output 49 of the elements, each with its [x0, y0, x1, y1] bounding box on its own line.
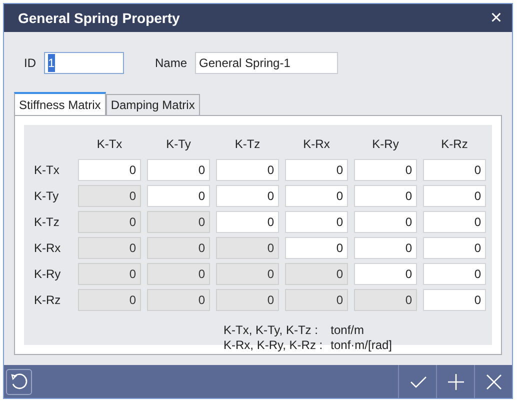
matrix-cell[interactable]: 0 — [423, 263, 486, 285]
matrix-cell[interactable]: 0 — [216, 211, 279, 233]
column-header: K-Rz — [440, 136, 469, 153]
matrix-cell[interactable]: 0 — [354, 159, 417, 181]
unit-value: tonf/m — [330, 323, 365, 338]
id-label: ID — [24, 55, 36, 72]
reset-icon — [10, 372, 28, 390]
close-icon — [484, 372, 502, 390]
row-label: K-Tz — [34, 214, 60, 231]
row-label: K-Tx — [34, 162, 60, 179]
matrix-cell[interactable]: 0 — [285, 211, 348, 233]
window-title: General Spring Property — [18, 8, 180, 28]
matrix-cell[interactable]: 0 — [78, 159, 141, 181]
row-label: K-Ry — [34, 266, 62, 283]
matrix-cell[interactable]: 0 — [285, 185, 348, 207]
matrix-cell[interactable]: 0 — [216, 159, 279, 181]
id-field[interactable]: 1 — [44, 52, 124, 74]
unit-label: K-Tx, K-Ty, K-Tz : — [224, 323, 319, 338]
tab[interactable]: Stiffness Matrix — [14, 92, 106, 115]
matrix-cell[interactable]: 0 — [423, 237, 486, 259]
column-header: K-Rx — [302, 136, 331, 153]
matrix-cell[interactable]: 0 — [423, 211, 486, 233]
matrix-cell[interactable]: 0 — [354, 211, 417, 233]
column-header: K-Tx — [96, 136, 124, 153]
matrix-cell[interactable]: 0 — [423, 185, 486, 207]
matrix-cell[interactable]: 0 — [423, 159, 486, 181]
row-label: K-Ty — [34, 188, 60, 205]
plus-icon — [446, 372, 464, 390]
matrix-cell[interactable]: 0 — [354, 263, 417, 285]
matrix-cell[interactable]: 0 — [354, 237, 417, 259]
matrix-cell[interactable]: 0 — [354, 185, 417, 207]
tab[interactable]: Damping Matrix — [106, 94, 200, 115]
row-label: K-Rz — [34, 292, 62, 309]
matrix-cell[interactable]: 0 — [147, 185, 210, 207]
column-header: K-Ry — [371, 136, 400, 153]
name-field[interactable]: General Spring-1 — [195, 52, 338, 74]
column-header: K-Ty — [165, 136, 192, 153]
matrix-cell[interactable]: 0 — [147, 159, 210, 181]
close-button[interactable]: × — [488, 8, 504, 28]
matrix-cell[interactable]: 0 — [423, 289, 486, 311]
unit-value: tonf·m/[rad] — [330, 338, 392, 353]
column-header: K-Tz — [234, 136, 262, 153]
unit-label: K-Rx, K-Ry, K-Rz : — [224, 338, 323, 353]
reset-button[interactable] — [6, 368, 32, 394]
name-label: Name — [155, 55, 188, 72]
row-label: K-Rx — [34, 240, 62, 257]
matrix-cell[interactable]: 0 — [285, 237, 348, 259]
matrix-cell[interactable]: 0 — [216, 185, 279, 207]
matrix-cell[interactable]: 0 — [285, 159, 348, 181]
